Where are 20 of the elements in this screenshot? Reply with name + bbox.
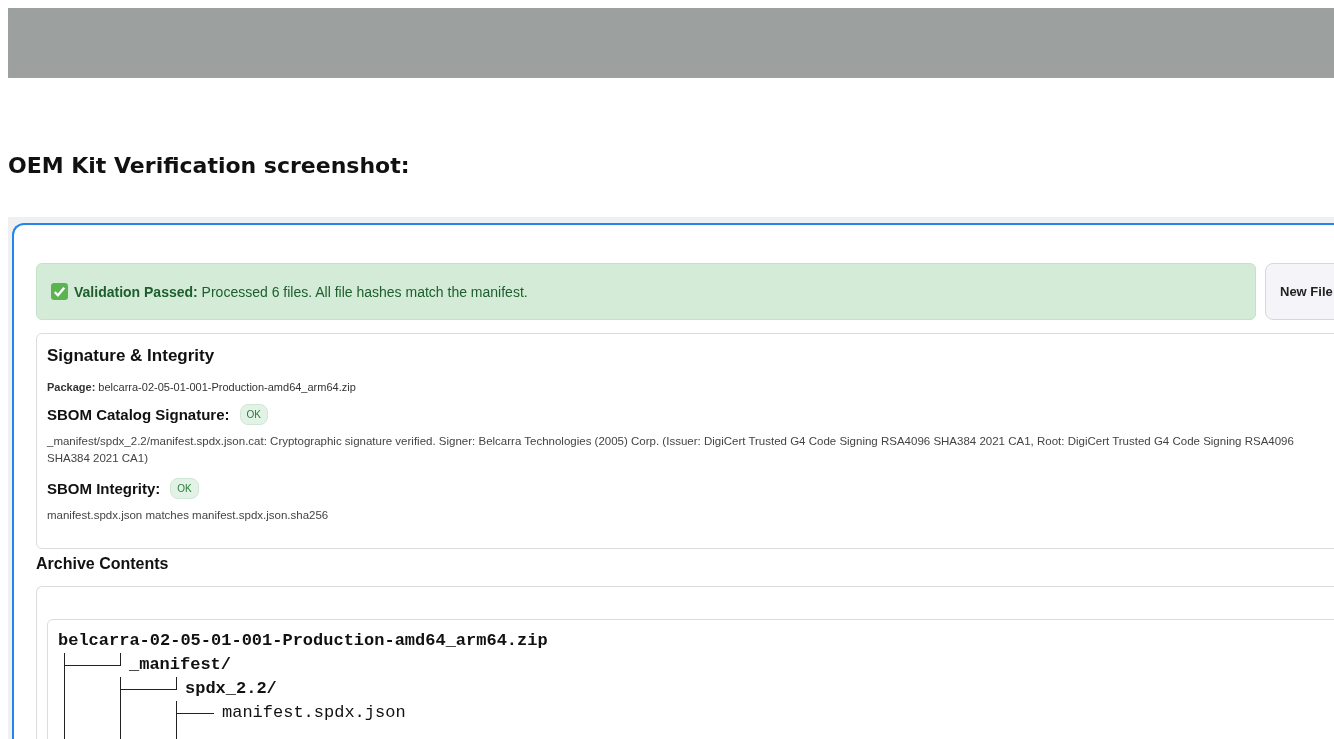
card-title: Signature & Integrity <box>47 346 216 366</box>
tree-connector <box>120 677 177 690</box>
check-detail: _manifest/spdx_2.2/manifest.spdx.json.cat: Cryptographic signature verified. Signer: Belcarra Technologies (2005) Corp. (Issuer: DigiCert Trusted G4 Code Signing RSA4096 SHA384 2021 CA1, Root: DigiCert Trusted G4 Code Signing RSA4096 SHA384 2021 CA1) <box>47 434 1295 466</box>
check-title: SBOM Catalog Signature: <box>47 406 230 423</box>
check-icon <box>51 283 68 300</box>
tree-root: belcarra-02-05-01-001-Production-amd64_arm64.zip <box>58 630 549 652</box>
tree-connector <box>64 653 121 666</box>
status-badge: OK <box>170 478 199 499</box>
alert-message: Validation Passed: Processed 6 files. All file hashes match the manifest. <box>74 283 528 300</box>
check-title: SBOM Integrity: <box>47 480 161 497</box>
check-detail: manifest.spdx.json matches manifest.spdx.json.sha256 <box>47 508 330 523</box>
archive-title: Archive Contents <box>36 555 170 573</box>
section-heading: OEM Kit Verification screenshot: <box>8 153 411 178</box>
package-line: Package: belcarra-02-05-01-001-Production-amd64_arm64.zip <box>47 381 357 393</box>
folder-name: spdx_2.2/ <box>185 678 277 700</box>
tree-line <box>120 677 121 739</box>
file-name: manifest.spdx.json <box>222 702 406 724</box>
new-file-button[interactable]: New File <box>1265 263 1334 320</box>
folder-name: _manifest/ <box>129 654 232 676</box>
status-badge: OK <box>239 404 268 425</box>
